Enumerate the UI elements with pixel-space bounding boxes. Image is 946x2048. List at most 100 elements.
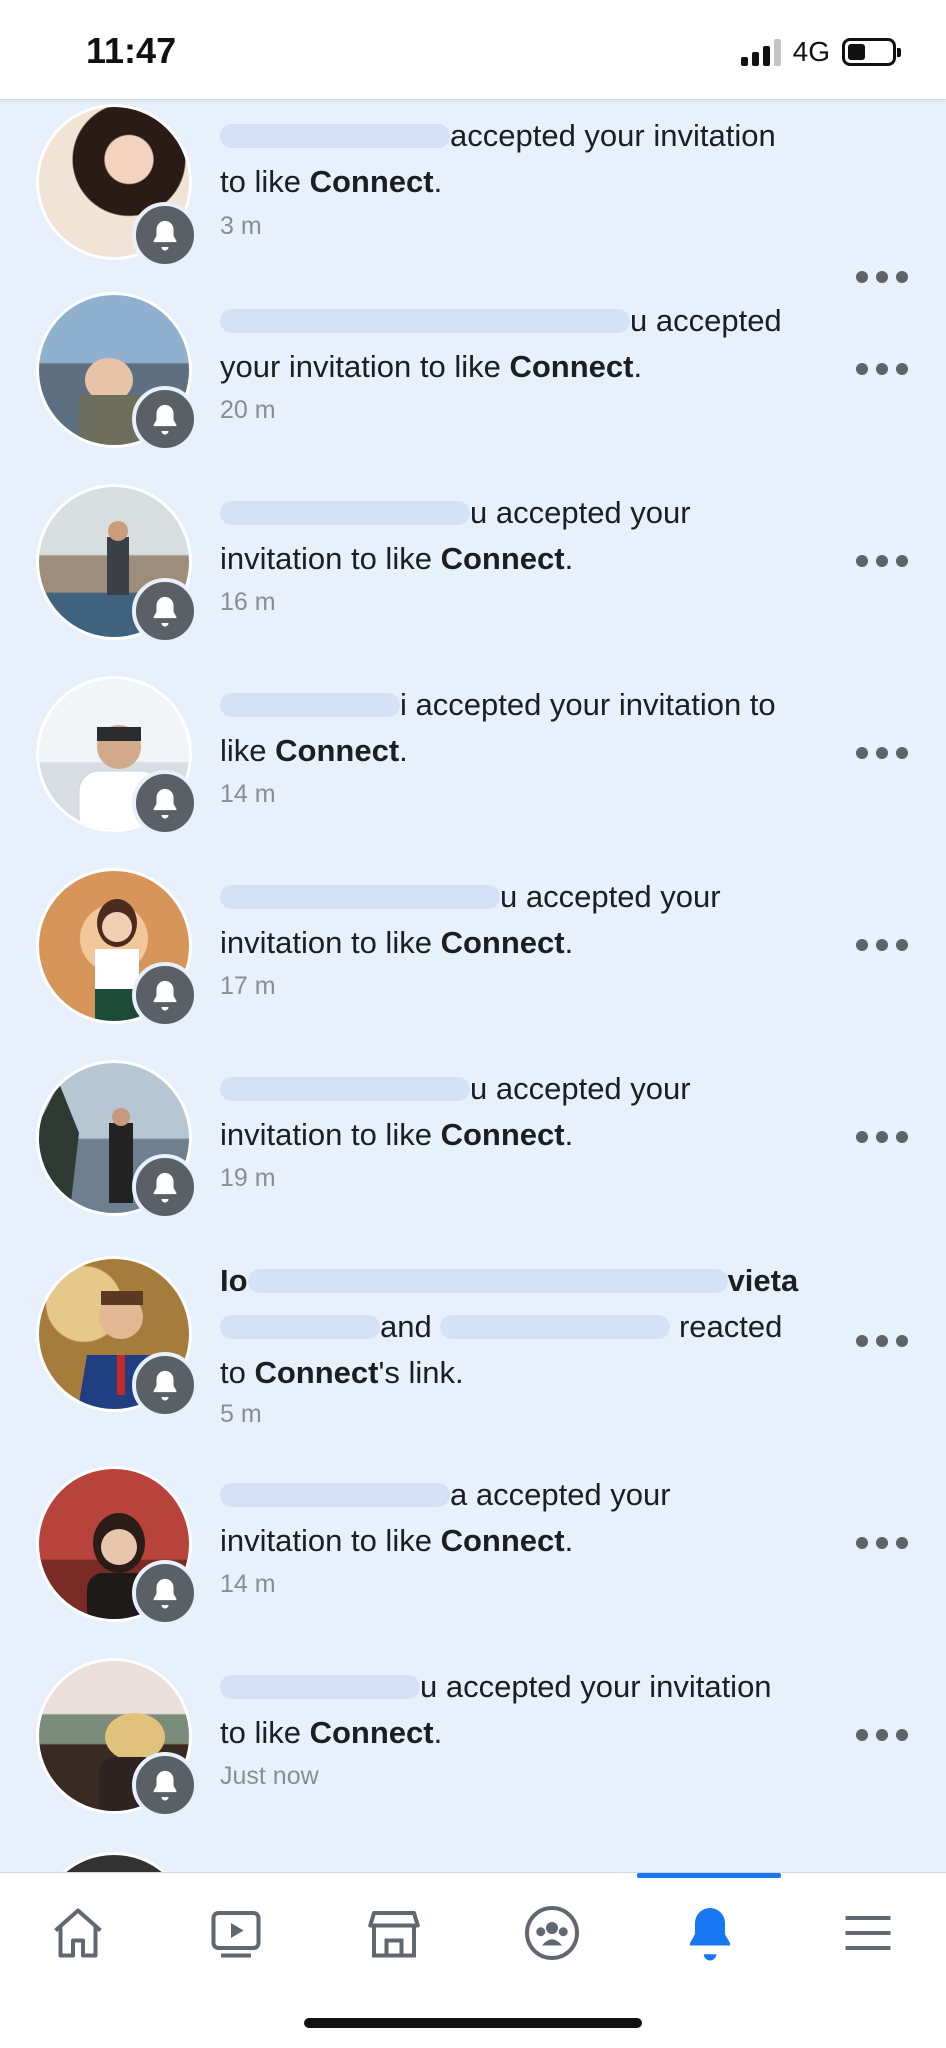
more-options-icon[interactable] — [856, 746, 908, 760]
more-options-icon[interactable] — [856, 938, 908, 952]
notification-message: accepted your invitation — [450, 118, 776, 153]
watch-icon — [211, 1911, 261, 1958]
notification-message-line2: invitation to like — [220, 925, 441, 960]
notification-item[interactable]: a accepted your invitation to like Conne… — [0, 1466, 946, 1658]
notification-text: u accepted your invitation to like Conne… — [220, 1664, 840, 1756]
notification-end: . — [399, 733, 408, 768]
notification-item[interactable]: accepted your invitation to like Connect… — [0, 100, 946, 292]
redacted-name — [220, 1077, 470, 1101]
notification-end: . — [564, 541, 574, 576]
network-type: 4G — [792, 36, 830, 67]
notification-end: . — [433, 1715, 443, 1750]
marketplace-icon — [368, 1911, 420, 1958]
page-name: Connect — [275, 733, 400, 768]
notification-badge-bell-icon — [132, 1154, 198, 1220]
cellular-signal-icon — [740, 38, 781, 66]
notification-item[interactable]: u accepted your invitation to like Conne… — [0, 292, 946, 484]
notification-message: u accepted your — [470, 495, 691, 530]
notification-time: 19 m — [220, 1164, 276, 1192]
notification-message: a accepted your — [450, 1477, 671, 1512]
notification-end: . — [433, 164, 443, 199]
notification-item[interactable]: u accepted your invitation to like Conne… — [0, 1060, 946, 1252]
notification-message: u accepted — [630, 303, 782, 338]
notification-time: 17 m — [220, 972, 276, 1000]
notification-time: 20 m — [220, 396, 276, 424]
home-icon — [54, 1908, 102, 1958]
actor-name-fragment: Io — [220, 1263, 248, 1298]
notification-text: Io vieta and reacted to Connect's link. — [220, 1258, 840, 1396]
redacted-name — [220, 1315, 380, 1339]
page-name: Connect — [440, 541, 565, 576]
notification-badge-bell-icon — [132, 770, 198, 836]
redacted-name — [220, 309, 630, 333]
redacted-name — [440, 1315, 671, 1339]
notification-time: 3 m — [220, 212, 262, 240]
notification-text: u accepted your invitation to like Conne… — [220, 1066, 840, 1158]
notification-message: u accepted your — [500, 879, 721, 914]
more-options-icon[interactable] — [856, 1536, 908, 1550]
groups-icon — [525, 1906, 579, 1960]
notifications-feed[interactable]: accepted your invitation to like Connect… — [0, 100, 946, 1872]
redacted-name — [220, 1483, 450, 1507]
notification-item[interactable]: u accepted your invitation to like Conne… — [0, 484, 946, 676]
redacted-name — [220, 124, 450, 148]
notification-message: and — [380, 1309, 432, 1344]
redacted-name — [220, 1675, 420, 1699]
notification-item[interactable]: u accepted your invitation to like Conne… — [0, 1658, 946, 1850]
tab-notifications[interactable] — [660, 1893, 760, 1973]
notification-item[interactable]: u accepted your invitation to like Conne… — [0, 868, 946, 1060]
notification-time: 14 m — [220, 780, 276, 808]
avatar-partial[interactable] — [36, 1852, 192, 1872]
notification-end: 's link. — [378, 1355, 464, 1390]
redacted-name — [220, 885, 500, 909]
more-options-icon[interactable] — [856, 270, 908, 284]
notification-message-line2: like — [220, 733, 276, 768]
notification-end: . — [564, 1117, 574, 1152]
notification-message: reacted — [678, 1309, 783, 1344]
notification-time: Just now — [220, 1762, 319, 1790]
notification-message-line2: invitation to like — [220, 1117, 441, 1152]
more-options-icon[interactable] — [856, 1728, 908, 1742]
more-options-icon[interactable] — [856, 1334, 908, 1348]
notification-item[interactable]: Io vieta and reacted to Connect's link. 5… — [0, 1252, 946, 1488]
redacted-name — [220, 501, 470, 525]
status-time: 11:47 — [86, 30, 177, 71]
more-options-icon[interactable] — [856, 1130, 908, 1144]
notification-message-line2: your invitation to like — [220, 349, 510, 384]
notification-badge-bell-icon — [132, 386, 198, 452]
page-name: Connect — [254, 1355, 379, 1390]
page-name: Connect — [309, 164, 434, 199]
battery-icon — [842, 38, 901, 66]
notification-message: u accepted your invitation — [420, 1669, 772, 1704]
active-tab-indicator — [637, 1873, 781, 1878]
notification-text: u accepted your invitation to like Conne… — [220, 490, 840, 582]
status-indicators: 4G — [740, 34, 901, 70]
notification-end: . — [564, 1523, 574, 1558]
notification-message-line2: invitation to like — [220, 1523, 441, 1558]
notification-badge-bell-icon — [132, 1560, 198, 1626]
page-name: Connect — [440, 1117, 565, 1152]
notifications-bell-icon — [690, 1908, 730, 1961]
notification-text: accepted your invitation to like Connect… — [220, 113, 840, 205]
tab-groups[interactable] — [502, 1893, 602, 1973]
more-options-icon[interactable] — [856, 362, 908, 376]
notification-item[interactable]: i accepted your invitation to like Conne… — [0, 676, 946, 868]
actor-name-fragment: vieta — [727, 1263, 799, 1298]
notification-end: . — [564, 925, 574, 960]
notification-text: u accepted your invitation to like Conne… — [220, 298, 840, 390]
tab-marketplace[interactable] — [344, 1893, 444, 1973]
notification-badge-bell-icon — [132, 1352, 198, 1418]
notification-text: u accepted your invitation to like Conne… — [220, 874, 840, 966]
notification-badge-bell-icon — [132, 1752, 198, 1818]
home-indicator[interactable] — [304, 2018, 642, 2028]
tab-menu[interactable] — [818, 1893, 918, 1973]
notification-text: i accepted your invitation to like Conne… — [220, 682, 840, 774]
tab-watch[interactable] — [186, 1893, 286, 1973]
more-options-icon[interactable] — [856, 554, 908, 568]
notification-message: u accepted your — [470, 1071, 691, 1106]
page-name: Connect — [440, 925, 565, 960]
notification-message-line2: to like — [220, 1715, 310, 1750]
tab-home[interactable] — [28, 1893, 128, 1973]
notification-end: . — [633, 349, 643, 384]
redacted-name — [247, 1269, 728, 1293]
